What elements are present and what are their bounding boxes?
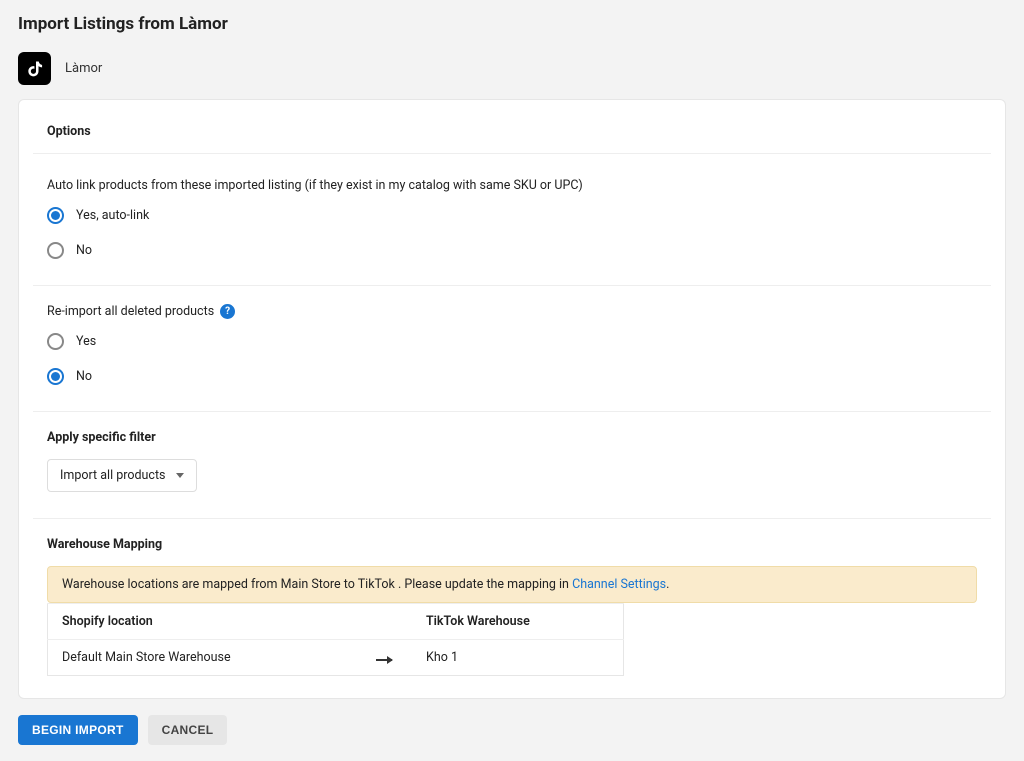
warehouse-alert: Warehouse locations are mapped from Main…: [47, 566, 977, 603]
channel-settings-link[interactable]: Channel Settings: [572, 577, 666, 592]
radio-icon: [47, 368, 64, 385]
filter-selected-value: Import all products: [60, 468, 166, 483]
reimport-radio-group: Yes No: [47, 333, 977, 385]
apply-filter-title: Apply specific filter: [47, 430, 977, 445]
cell-tiktok-warehouse: Kho 1: [412, 640, 623, 676]
cell-arrow: [362, 640, 412, 676]
footer-actions: Begin Import Cancel: [18, 715, 1006, 745]
auto-link-no-radio[interactable]: No: [47, 242, 977, 259]
radio-label: No: [76, 369, 92, 384]
radio-label: Yes: [76, 334, 96, 349]
radio-label: Yes, auto-link: [76, 208, 149, 223]
reimport-question-text: Re-import all deleted products: [47, 304, 214, 319]
begin-import-button[interactable]: Begin Import: [18, 715, 138, 745]
warehouse-table: Shopify location TikTok Warehouse Defaul…: [47, 603, 624, 676]
shop-header: Làmor: [18, 52, 1006, 85]
shop-name: Làmor: [65, 61, 102, 76]
chevron-down-icon: [176, 473, 184, 478]
radio-icon: [47, 242, 64, 259]
options-card: Options Auto link products from these im…: [18, 99, 1006, 699]
tiktok-icon: [18, 52, 51, 85]
help-icon[interactable]: ?: [220, 304, 235, 319]
table-row: Default Main Store Warehouse Kho 1: [48, 640, 624, 676]
auto-link-radio-group: Yes, auto-link No: [47, 207, 977, 259]
reimport-yes-radio[interactable]: Yes: [47, 333, 977, 350]
cell-shopify-location: Default Main Store Warehouse: [48, 640, 362, 676]
warehouse-title: Warehouse Mapping: [47, 537, 977, 552]
reimport-question: Re-import all deleted products ?: [47, 304, 977, 319]
options-title: Options: [47, 124, 977, 139]
auto-link-question: Auto link products from these imported l…: [47, 178, 977, 193]
radio-icon: [47, 207, 64, 224]
alert-text-suffix: .: [666, 577, 669, 592]
filter-dropdown[interactable]: Import all products: [47, 459, 197, 492]
page-title: Import Listings from Làmor: [18, 14, 1006, 34]
alert-text-prefix: Warehouse locations are mapped from Main…: [62, 577, 572, 592]
cancel-button[interactable]: Cancel: [148, 715, 228, 745]
table-header-row: Shopify location TikTok Warehouse: [48, 604, 624, 640]
col-arrow: [362, 604, 412, 640]
radio-label: No: [76, 243, 92, 258]
col-tiktok-warehouse: TikTok Warehouse: [412, 604, 623, 640]
auto-link-yes-radio[interactable]: Yes, auto-link: [47, 207, 977, 224]
radio-icon: [47, 333, 64, 350]
reimport-no-radio[interactable]: No: [47, 368, 977, 385]
col-shopify-location: Shopify location: [48, 604, 362, 640]
arrow-right-icon: [376, 659, 392, 661]
